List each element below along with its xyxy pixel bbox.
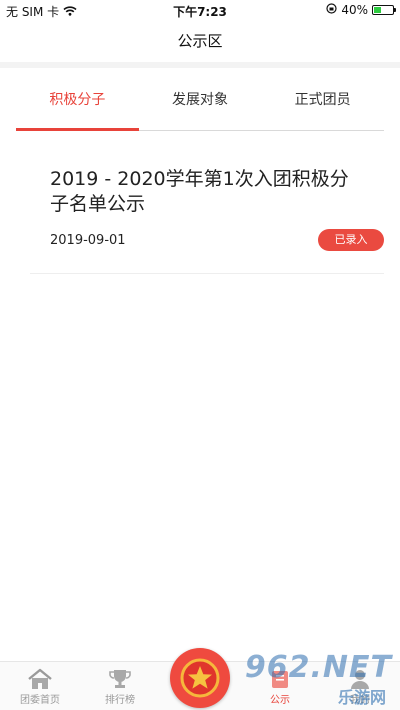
status-right: 40% bbox=[326, 3, 396, 17]
tabbar-item-home[interactable]: 团委首页 bbox=[0, 662, 80, 710]
orientation-lock-icon bbox=[326, 3, 337, 17]
tab-development-targets[interactable]: 发展对象 bbox=[139, 68, 262, 130]
notice-title: 2019 - 2020学年第1次入团积极分子名单公示 bbox=[50, 168, 349, 215]
tabbar-label-home: 团委首页 bbox=[20, 695, 60, 706]
watermark-subtext: 乐游网 bbox=[337, 688, 386, 707]
notice-date: 2019-09-01 bbox=[50, 233, 126, 248]
watermark-logo: 962.NET 乐游网 bbox=[245, 650, 392, 708]
screen: 无 SIM 卡 下午7:23 40% 公示区 积极分子 发展对象 正式团员 20… bbox=[0, 0, 400, 710]
watermark-text: 962.NET bbox=[244, 650, 392, 685]
tab-activists[interactable]: 积极分子 bbox=[16, 68, 139, 131]
tabbar-label-ranking: 排行榜 bbox=[105, 695, 135, 706]
list-item[interactable]: 2019 - 2020学年第1次入团积极分子名单公示 2019-09-01 已录… bbox=[30, 155, 384, 274]
tab-official-members[interactable]: 正式团员 bbox=[261, 68, 384, 130]
battery-icon bbox=[372, 5, 396, 15]
center-star-button[interactable] bbox=[170, 648, 230, 708]
tab-bar: 积极分子 发展对象 正式团员 bbox=[16, 68, 384, 131]
page-title: 公示区 bbox=[177, 32, 223, 50]
tabbar-item-ranking[interactable]: 排行榜 bbox=[80, 662, 160, 710]
star-icon bbox=[180, 658, 220, 698]
status-bar: 无 SIM 卡 下午7:23 40% bbox=[0, 0, 400, 20]
battery-percent: 40% bbox=[341, 3, 368, 17]
status-badge: 已录入 bbox=[318, 229, 384, 251]
battery-fill bbox=[374, 7, 382, 13]
